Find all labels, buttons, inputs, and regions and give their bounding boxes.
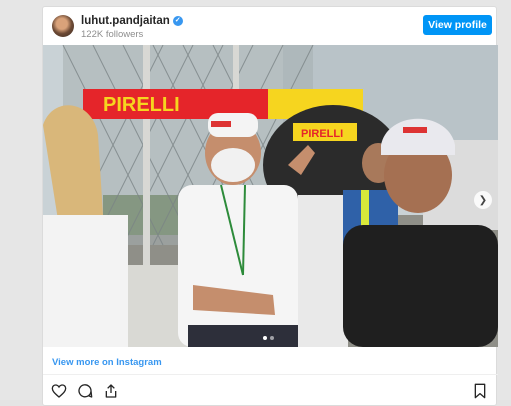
bookmark-icon[interactable] (472, 383, 488, 399)
view-profile-button[interactable]: View profile (423, 15, 492, 35)
chevron-right-icon[interactable]: ❯ (474, 191, 492, 209)
follower-count: 122K followers (81, 29, 144, 40)
verified-badge-icon: ✓ (172, 16, 183, 26)
badge-text: PIRELLI (301, 128, 343, 140)
photo-illustration: PIRELLI PIRELLI (43, 45, 498, 347)
carousel-dot (270, 336, 274, 340)
username[interactable]: luhut.pandjaitan (81, 15, 170, 27)
avatar[interactable] (52, 15, 74, 37)
post-photo[interactable]: PIRELLI PIRELLI ❯ (43, 45, 498, 347)
share-icon[interactable] (103, 383, 119, 399)
carousel-indicator (263, 336, 274, 340)
post-header: luhut.pandjaitan ✓ 122K followers View p… (43, 7, 498, 45)
instagram-embed-card: luhut.pandjaitan ✓ 122K followers View p… (42, 6, 498, 406)
carousel-dot (263, 336, 267, 340)
banner-text: PIRELLI (103, 94, 180, 116)
divider (43, 374, 498, 375)
username-row[interactable]: luhut.pandjaitan ✓ (81, 15, 183, 27)
heart-icon[interactable] (51, 383, 67, 399)
post-actions (51, 383, 119, 399)
comment-icon[interactable] (77, 383, 93, 399)
view-more-link[interactable]: View more on Instagram (52, 357, 162, 368)
